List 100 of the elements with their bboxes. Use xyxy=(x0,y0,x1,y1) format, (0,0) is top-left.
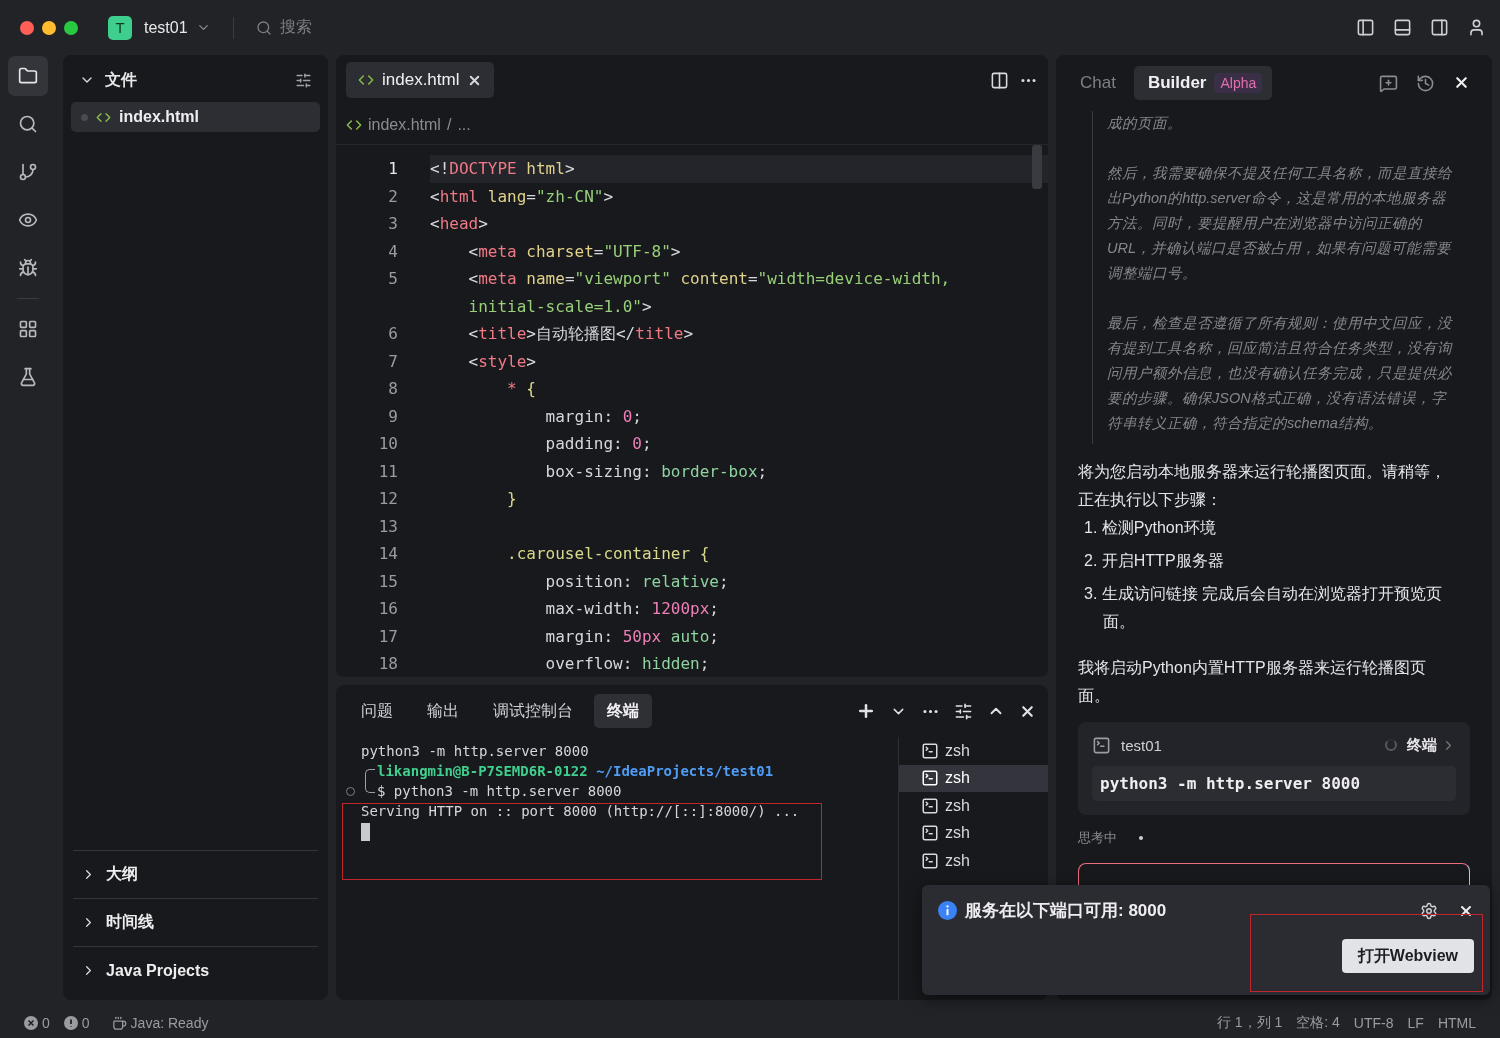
zoom-window-button[interactable] xyxy=(64,20,78,35)
line-number: 12 xyxy=(377,489,398,509)
code-line: padding: 0; xyxy=(544,433,653,455)
panel-tab[interactable]: 输出 xyxy=(414,694,472,728)
project-name[interactable]: test01 xyxy=(144,18,188,37)
line-number: 14 xyxy=(377,544,398,564)
section-header[interactable]: 时间线 xyxy=(73,898,318,946)
language-status[interactable]: HTML xyxy=(1437,1015,1476,1031)
search-icon xyxy=(255,19,272,36)
thought-paragraph: 最后，检查是否遵循了所有规则：使用中文回应，没有提到工具名称，回应简洁且符合任务类型，没有询问用户额外信息，也没有确认任务完成，只是提供必要的步骤。确保JSON格式正确，没有语法错误，字符串转义正确，符合指定的schema结构。 xyxy=(1107,314,1454,433)
settings-icon[interactable] xyxy=(1420,901,1438,920)
notification-message: 服务在以下端口可用: 8000 xyxy=(965,900,1168,922)
code-line: max-width: 1200px; xyxy=(544,598,720,620)
errors-status[interactable]: 0 xyxy=(24,1015,50,1031)
terminal-session[interactable]: zsh xyxy=(899,764,1048,792)
line-number: 6 xyxy=(387,324,398,344)
code-line: <html lang="zh-CN"> xyxy=(430,185,615,208)
search-field[interactable]: 搜索 xyxy=(255,17,312,38)
terminal-cursor xyxy=(361,823,370,841)
line-number: 1 xyxy=(387,159,398,179)
folder-icon xyxy=(17,66,38,86)
java-status[interactable]: Java: Ready xyxy=(111,1015,209,1031)
bug-icon xyxy=(17,258,38,278)
code-line: margin: 50px auto; xyxy=(544,625,720,648)
line-number: 15 xyxy=(377,571,398,591)
user-icon[interactable] xyxy=(1467,18,1486,37)
terminal-icon xyxy=(921,851,939,870)
code-line: <style> xyxy=(467,350,537,373)
terminal-session[interactable]: zsh xyxy=(899,737,1048,765)
bottom-panel-icon[interactable] xyxy=(1393,18,1412,37)
line-number: 7 xyxy=(387,351,398,371)
line-ending-status[interactable]: LF xyxy=(1407,1015,1424,1031)
code-line: } xyxy=(506,488,518,510)
split-editor-icon[interactable] xyxy=(990,70,1009,90)
terminal-line: likangmin@B-P7SEMD6R-0122 ~/IdeaProjects/test01 xyxy=(377,762,775,781)
warnings-status[interactable]: 0 xyxy=(63,1015,90,1031)
line-number: 2 xyxy=(387,186,398,206)
code-line: * { xyxy=(506,378,537,400)
cursor-position[interactable]: 行 1，列 1 xyxy=(1216,1014,1283,1032)
line-number: 3 xyxy=(387,214,398,234)
project-name: test01 xyxy=(1121,736,1163,754)
panel-tab[interactable]: 问题 xyxy=(348,694,406,728)
left-panel-icon[interactable] xyxy=(1356,18,1375,37)
encoding-status[interactable]: UTF-8 xyxy=(1353,1015,1394,1031)
line-number: 11 xyxy=(377,461,398,481)
line-number: 10 xyxy=(377,434,398,454)
line-number: 9 xyxy=(387,406,398,426)
code-line: <meta charset="UTF-8"> xyxy=(467,240,682,263)
branch-icon xyxy=(17,162,38,182)
section-header[interactable]: 大纲 xyxy=(73,850,318,898)
breadcrumb-item[interactable]: ... xyxy=(457,115,471,134)
code-line: overflow: hidden; xyxy=(544,653,711,675)
terminal-link[interactable]: 终端 xyxy=(1407,735,1456,755)
terminal-line: $ python3 -m http.server 8000 xyxy=(377,782,623,801)
message-text: 将为您启动本地服务器来运行轮播图页面。请稍等，正在执行以下步骤： xyxy=(1078,462,1447,510)
line-number: 8 xyxy=(387,379,398,399)
eye-icon xyxy=(17,210,38,230)
new-chat-icon[interactable] xyxy=(1379,73,1398,93)
spinner-icon xyxy=(1385,739,1397,751)
code-line: <title>自动轮播图</title> xyxy=(467,323,695,345)
open-webview-button[interactable]: 打开Webview xyxy=(1341,939,1474,973)
chat-tab[interactable]: Chat xyxy=(1078,66,1128,100)
code-line: <meta name="viewport" content="width=device-width, xyxy=(467,268,952,290)
terminal-session[interactable]: zsh xyxy=(899,792,1048,820)
panel-tab[interactable]: 终端 xyxy=(594,694,652,728)
scrollbar-thumb[interactable] xyxy=(1032,145,1042,189)
terminal-icon xyxy=(1092,735,1111,755)
message-text: 我将启动Python内置HTTP服务器来运行轮播图页面。 xyxy=(1078,658,1427,706)
chat-tab[interactable]: Builder Alpha xyxy=(1133,66,1273,100)
dot-icon xyxy=(1139,836,1143,840)
command-text: python3 -m http.server 8000 xyxy=(1092,766,1456,801)
code-line: box-sizing: border-box; xyxy=(544,460,769,483)
terminal-icon xyxy=(921,796,939,815)
prompt-bracket-icon xyxy=(365,769,375,793)
terminal-session[interactable]: zsh xyxy=(899,819,1048,847)
breadcrumb-item[interactable]: index.html xyxy=(368,115,441,134)
settings-icon[interactable] xyxy=(954,701,973,721)
folder-button[interactable] xyxy=(7,56,48,96)
terminal-icon xyxy=(921,824,939,843)
search-icon xyxy=(17,114,38,134)
right-panel-icon[interactable] xyxy=(1430,18,1449,37)
indent-status[interactable]: 空格: 4 xyxy=(1296,1014,1340,1032)
alpha-badge: Alpha xyxy=(1214,73,1263,93)
code-icon xyxy=(358,72,374,88)
file-item[interactable]: index.html xyxy=(71,102,320,132)
project-avatar: T xyxy=(108,15,132,40)
section-header[interactable]: Java Projects xyxy=(73,946,318,994)
code-line: initial-scale=1.0"> xyxy=(467,295,653,318)
add-icon[interactable] xyxy=(856,701,876,721)
editor-tab[interactable]: index.html xyxy=(346,62,495,98)
filter-icon[interactable] xyxy=(295,71,312,89)
close-window-button[interactable] xyxy=(20,20,34,35)
history-icon[interactable] xyxy=(1416,73,1435,93)
terminal-icon xyxy=(921,769,939,788)
panel-tab[interactable]: 调试控制台 xyxy=(480,694,586,728)
line-number: 17 xyxy=(377,626,398,646)
terminal-session[interactable]: zsh xyxy=(899,847,1048,875)
line-number: 16 xyxy=(377,599,398,619)
minimize-window-button[interactable] xyxy=(42,20,56,35)
code-line: margin: 0; xyxy=(544,405,643,428)
